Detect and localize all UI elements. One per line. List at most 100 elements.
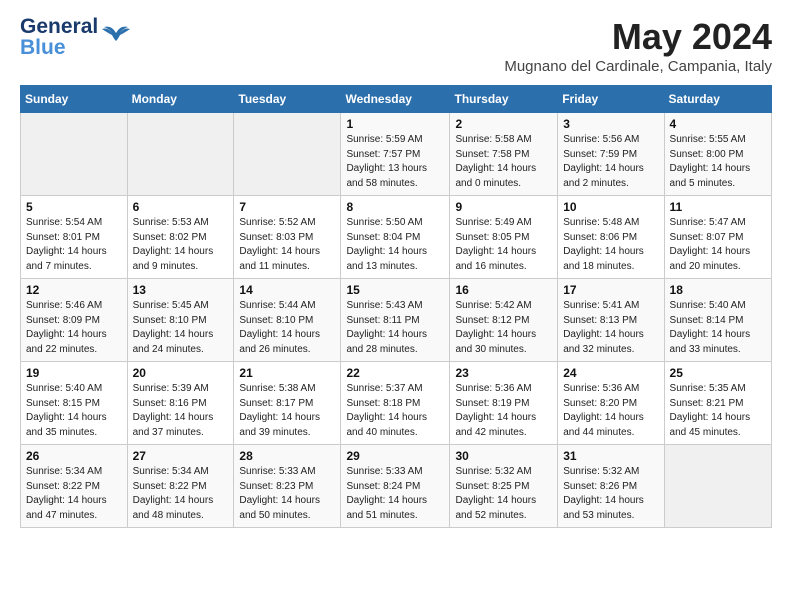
day-number: 9 (455, 200, 552, 214)
calendar-cell: 23Sunrise: 5:36 AMSunset: 8:19 PMDayligh… (450, 362, 558, 445)
day-number: 21 (239, 366, 335, 380)
calendar-cell: 12 Sunrise: 5:46 AMSunset: 8:09 PMDayligh… (21, 279, 128, 362)
calendar-week-row: 19 Sunrise: 5:40 AMSunset: 8:15 PMDayligh… (21, 362, 772, 445)
calendar-cell: 15Sunrise: 5:43 AMSunset: 8:11 PMDayligh… (341, 279, 450, 362)
calendar-cell (127, 113, 234, 196)
calendar-cell: 24 Sunrise: 5:36 AMSunset: 8:20 PMDayligh… (558, 362, 664, 445)
day-info: Sunrise: 5:49 AMSunset: 8:05 PMDaylight:… (455, 216, 552, 274)
calendar-cell (21, 113, 128, 196)
day-info: Sunrise: 5:34 AMSunset: 8:22 PMDaylight:… (26, 465, 122, 523)
calendar-cell: 7 Sunrise: 5:52 AMSunset: 8:03 PMDaylight… (234, 196, 341, 279)
calendar-cell: 14Sunrise: 5:44 AMSunset: 8:10 PMDayligh… (234, 279, 341, 362)
day-number: 17 (563, 283, 658, 297)
calendar-cell: 25Sunrise: 5:35 AMSunset: 8:21 PMDayligh… (664, 362, 771, 445)
day-number: 6 (133, 200, 229, 214)
day-info: Sunrise: 5:42 AMSunset: 8:12 PMDaylight:… (455, 299, 552, 357)
day-info: Sunrise: 5:34 AMSunset: 8:22 PMDaylight:… (133, 465, 229, 523)
calendar-cell: 11 Sunrise: 5:47 AMSunset: 8:07 PMDayligh… (664, 196, 771, 279)
calendar-cell: 30 Sunrise: 5:32 AMSunset: 8:25 PMDayligh… (450, 445, 558, 528)
day-info: Sunrise: 5:43 AMSunset: 8:11 PMDaylight:… (346, 299, 444, 357)
day-info: Sunrise: 5:39 AMSunset: 8:16 PMDaylight:… (133, 382, 229, 440)
calendar-cell: 17 Sunrise: 5:41 AMSunset: 8:13 PMDayligh… (558, 279, 664, 362)
day-number: 30 (455, 449, 552, 463)
title-area: May 2024 Mugnano del Cardinale, Campania… (504, 16, 772, 75)
calendar-cell: 19 Sunrise: 5:40 AMSunset: 8:15 PMDayligh… (21, 362, 128, 445)
day-number: 27 (133, 449, 229, 463)
day-info: Sunrise: 5:33 AMSunset: 8:23 PMDaylight:… (239, 465, 335, 523)
day-number: 2 (455, 117, 552, 131)
calendar-cell: 2 Sunrise: 5:58 AMSunset: 7:58 PMDaylight… (450, 113, 558, 196)
weekday-header: Thursday (450, 86, 558, 113)
calendar-header-row: SundayMondayTuesdayWednesdayThursdayFrid… (21, 86, 772, 113)
day-number: 13 (133, 283, 229, 297)
calendar-cell: 27 Sunrise: 5:34 AMSunset: 8:22 PMDayligh… (127, 445, 234, 528)
calendar-cell: 13Sunrise: 5:45 AMSunset: 8:10 PMDayligh… (127, 279, 234, 362)
day-number: 16 (455, 283, 552, 297)
day-info: Sunrise: 5:44 AMSunset: 8:10 PMDaylight:… (239, 299, 335, 357)
day-number: 29 (346, 449, 444, 463)
weekday-header: Sunday (21, 86, 128, 113)
day-info: Sunrise: 5:47 AMSunset: 8:07 PMDaylight:… (670, 216, 766, 274)
weekday-header: Friday (558, 86, 664, 113)
day-info: Sunrise: 5:32 AMSunset: 8:26 PMDaylight:… (563, 465, 658, 523)
calendar-cell: 6 Sunrise: 5:53 AMSunset: 8:02 PMDaylight… (127, 196, 234, 279)
calendar-cell: 9 Sunrise: 5:49 AMSunset: 8:05 PMDaylight… (450, 196, 558, 279)
day-info: Sunrise: 5:50 AMSunset: 8:04 PMDaylight:… (346, 216, 444, 274)
day-info: Sunrise: 5:52 AMSunset: 8:03 PMDaylight:… (239, 216, 335, 274)
day-number: 19 (26, 366, 122, 380)
day-number: 1 (346, 117, 444, 131)
day-number: 4 (670, 117, 766, 131)
calendar-cell: 4 Sunrise: 5:55 AMSunset: 8:00 PMDaylight… (664, 113, 771, 196)
day-number: 26 (26, 449, 122, 463)
weekday-header: Wednesday (341, 86, 450, 113)
calendar-cell: 26 Sunrise: 5:34 AMSunset: 8:22 PMDayligh… (21, 445, 128, 528)
calendar-cell: 29Sunrise: 5:33 AMSunset: 8:24 PMDayligh… (341, 445, 450, 528)
calendar-cell (234, 113, 341, 196)
calendar-cell: 31Sunrise: 5:32 AMSunset: 8:26 PMDayligh… (558, 445, 664, 528)
day-number: 12 (26, 283, 122, 297)
day-info: Sunrise: 5:41 AMSunset: 8:13 PMDaylight:… (563, 299, 658, 357)
calendar-cell: 18 Sunrise: 5:40 AMSunset: 8:14 PMDayligh… (664, 279, 771, 362)
calendar-week-row: 1 Sunrise: 5:59 AMSunset: 7:57 PMDaylight… (21, 113, 772, 196)
day-info: Sunrise: 5:37 AMSunset: 8:18 PMDaylight:… (346, 382, 444, 440)
day-info: Sunrise: 5:58 AMSunset: 7:58 PMDaylight:… (455, 133, 552, 191)
day-number: 18 (670, 283, 766, 297)
calendar-cell: 3 Sunrise: 5:56 AMSunset: 7:59 PMDaylight… (558, 113, 664, 196)
calendar-week-row: 12 Sunrise: 5:46 AMSunset: 8:09 PMDayligh… (21, 279, 772, 362)
day-info: Sunrise: 5:36 AMSunset: 8:20 PMDaylight:… (563, 382, 658, 440)
day-info: Sunrise: 5:32 AMSunset: 8:25 PMDaylight:… (455, 465, 552, 523)
day-info: Sunrise: 5:36 AMSunset: 8:19 PMDaylight:… (455, 382, 552, 440)
day-info: Sunrise: 5:35 AMSunset: 8:21 PMDaylight:… (670, 382, 766, 440)
day-number: 5 (26, 200, 122, 214)
day-number: 3 (563, 117, 658, 131)
day-info: Sunrise: 5:38 AMSunset: 8:17 PMDaylight:… (239, 382, 335, 440)
day-info: Sunrise: 5:59 AMSunset: 7:57 PMDaylight:… (346, 133, 444, 191)
calendar-cell: 5Sunrise: 5:54 AMSunset: 8:01 PMDaylight… (21, 196, 128, 279)
day-number: 10 (563, 200, 658, 214)
logo: General Blue (20, 16, 130, 58)
day-number: 22 (346, 366, 444, 380)
day-info: Sunrise: 5:55 AMSunset: 8:00 PMDaylight:… (670, 133, 766, 191)
weekday-header: Saturday (664, 86, 771, 113)
day-info: Sunrise: 5:40 AMSunset: 8:14 PMDaylight:… (670, 299, 766, 357)
calendar-cell: 28 Sunrise: 5:33 AMSunset: 8:23 PMDayligh… (234, 445, 341, 528)
day-info: Sunrise: 5:56 AMSunset: 7:59 PMDaylight:… (563, 133, 658, 191)
weekday-header: Monday (127, 86, 234, 113)
logo-general: General (20, 16, 98, 37)
day-info: Sunrise: 5:40 AMSunset: 8:15 PMDaylight:… (26, 382, 122, 440)
day-info: Sunrise: 5:48 AMSunset: 8:06 PMDaylight:… (563, 216, 658, 274)
calendar-cell: 10 Sunrise: 5:48 AMSunset: 8:06 PMDayligh… (558, 196, 664, 279)
day-number: 7 (239, 200, 335, 214)
day-info: Sunrise: 5:46 AMSunset: 8:09 PMDaylight:… (26, 299, 122, 357)
calendar-week-row: 26 Sunrise: 5:34 AMSunset: 8:22 PMDayligh… (21, 445, 772, 528)
calendar-cell: 16 Sunrise: 5:42 AMSunset: 8:12 PMDayligh… (450, 279, 558, 362)
day-number: 8 (346, 200, 444, 214)
day-number: 11 (670, 200, 766, 214)
calendar-cell: 8 Sunrise: 5:50 AMSunset: 8:04 PMDaylight… (341, 196, 450, 279)
day-info: Sunrise: 5:53 AMSunset: 8:02 PMDaylight:… (133, 216, 229, 274)
day-number: 28 (239, 449, 335, 463)
day-number: 20 (133, 366, 229, 380)
calendar-cell: 22 Sunrise: 5:37 AMSunset: 8:18 PMDayligh… (341, 362, 450, 445)
day-number: 24 (563, 366, 658, 380)
calendar-table: SundayMondayTuesdayWednesdayThursdayFrid… (20, 85, 772, 528)
